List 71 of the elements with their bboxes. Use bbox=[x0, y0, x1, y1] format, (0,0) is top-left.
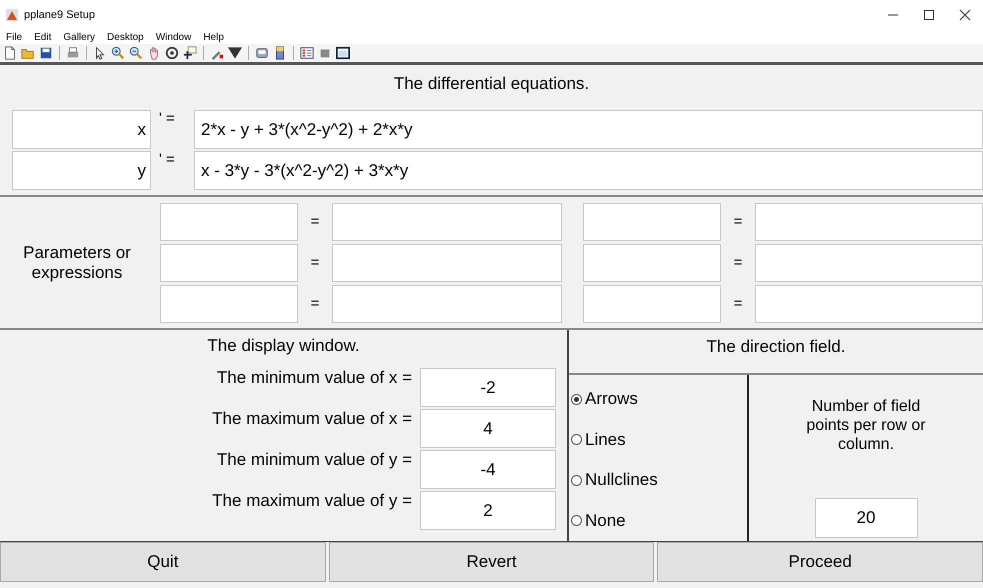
radio-icon[interactable] bbox=[571, 434, 582, 446]
parameter-value-field[interactable] bbox=[755, 284, 983, 322]
action-button[interactable]: Revert bbox=[328, 542, 654, 582]
window-icon[interactable] bbox=[336, 46, 350, 60]
data-cursor-icon[interactable] bbox=[183, 46, 197, 60]
value-field[interactable]: -4 bbox=[420, 450, 556, 489]
parameter-value-field[interactable] bbox=[332, 284, 562, 322]
colorbar-icon[interactable] bbox=[273, 46, 287, 60]
parameter-value-field[interactable] bbox=[332, 244, 562, 282]
value-field[interactable]: -2 bbox=[420, 368, 556, 407]
radio-option[interactable]: Arrows bbox=[571, 389, 747, 410]
app-icon bbox=[6, 9, 18, 21]
section-heading: The display window. bbox=[206, 335, 361, 357]
print-preview-icon[interactable] bbox=[255, 46, 269, 60]
variable-field[interactable]: x bbox=[12, 110, 151, 149]
action-button[interactable]: Quit bbox=[0, 542, 326, 582]
parameter-name-field[interactable] bbox=[160, 202, 298, 240]
radio-option[interactable]: Nullclines bbox=[571, 470, 747, 490]
folder-icon[interactable] bbox=[21, 46, 35, 60]
radio-option[interactable]: None bbox=[571, 510, 747, 531]
new-file-icon[interactable] bbox=[3, 46, 17, 60]
parameter-name-field[interactable] bbox=[583, 202, 721, 240]
equals-sign: = bbox=[732, 295, 744, 312]
parameter-name-field[interactable] bbox=[160, 284, 298, 322]
prime-equals: ' = bbox=[158, 110, 176, 127]
equals-sign: = bbox=[310, 254, 320, 271]
zoom-in-icon[interactable] bbox=[111, 46, 125, 60]
hand-icon[interactable] bbox=[147, 46, 161, 60]
prime-equals: ' = bbox=[158, 151, 176, 168]
print-icon[interactable] bbox=[66, 46, 80, 60]
parameter-name-field[interactable] bbox=[583, 244, 721, 282]
menu-item[interactable]: Help bbox=[203, 32, 224, 42]
equals-sign: = bbox=[310, 213, 320, 230]
field-label: The minimum value of y = bbox=[216, 450, 413, 470]
field-label: The maximum value of y = bbox=[211, 491, 413, 511]
equation-field[interactable]: x - 3*y - 3*(x^2-y^2) + 3*x*y bbox=[194, 151, 983, 190]
radio-icon[interactable] bbox=[571, 394, 582, 405]
equals-sign: = bbox=[732, 254, 744, 271]
action-button[interactable]: Proceed bbox=[657, 542, 983, 582]
radio-icon[interactable] bbox=[571, 515, 582, 526]
parameters-label: Parameters or expressions bbox=[22, 242, 132, 282]
legend-icon[interactable] bbox=[300, 46, 314, 60]
menu-item[interactable]: Edit bbox=[34, 32, 52, 42]
pointer-icon[interactable] bbox=[93, 46, 107, 60]
window-title: pplane9 Setup bbox=[24, 9, 96, 21]
parameter-value-field[interactable] bbox=[755, 244, 983, 282]
field-points-field[interactable]: 20 bbox=[814, 498, 918, 538]
field-points-label: Number of field points per row or column. bbox=[805, 397, 927, 454]
menu-item[interactable]: Gallery bbox=[63, 32, 96, 42]
equation-field[interactable]: 2*x - y + 3*(x^2-y^2) + 2*x*y bbox=[194, 110, 983, 149]
equals-sign: = bbox=[732, 213, 744, 230]
radio-option[interactable]: Lines bbox=[571, 430, 747, 450]
section-heading: The differential equations. bbox=[392, 73, 590, 95]
equals-sign: = bbox=[310, 295, 320, 312]
parameter-value-field[interactable] bbox=[332, 202, 562, 240]
value-field[interactable]: 4 bbox=[420, 409, 556, 448]
zoom-out-icon[interactable] bbox=[129, 46, 143, 60]
section-heading: The direction field. bbox=[569, 330, 983, 375]
menu-item[interactable]: Window bbox=[156, 32, 192, 42]
save-icon[interactable] bbox=[39, 46, 53, 60]
value-field[interactable]: 2 bbox=[420, 491, 556, 530]
caret-icon[interactable] bbox=[228, 46, 242, 60]
parameter-name-field[interactable] bbox=[160, 244, 298, 282]
parameter-name-field[interactable] bbox=[583, 284, 721, 322]
field-label: The minimum value of x = bbox=[216, 368, 413, 388]
field-label: The maximum value of x = bbox=[211, 409, 413, 429]
parameter-value-field[interactable] bbox=[755, 202, 983, 240]
variable-field[interactable]: y bbox=[12, 151, 151, 190]
menu-item[interactable]: Desktop bbox=[107, 32, 144, 42]
radio-icon[interactable] bbox=[571, 474, 582, 486]
menu-item[interactable]: File bbox=[6, 32, 22, 42]
